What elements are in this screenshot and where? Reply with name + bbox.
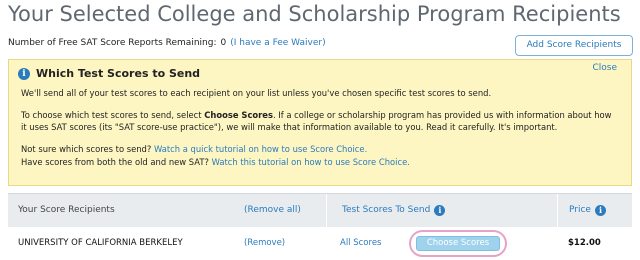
close-link[interactable]: Close [592,63,617,73]
notice-paragraph-3: Not sure which scores to send? Watch a q… [21,143,367,155]
notice-title: Which Test Scores to Send [36,67,201,80]
school-name: UNIVERSITY OF CALIFORNIA BERKELEY [18,238,183,248]
notice-paragraph-2: To choose which test scores to send, sel… [21,109,612,121]
recipients-table: Your Score Recipients (Remove all) Test … [8,193,632,260]
header-test-scores-label: Test Scores To Send [342,205,431,215]
info-icon: i [18,67,30,80]
score-info-notice: i Which Test Scores to Send Close We'll … [8,59,632,186]
notice-paragraph-1: We'll send all of your test scores to ea… [21,88,492,98]
add-score-recipients-button[interactable]: Add Score Recipients [515,35,633,56]
tutorial-link-score-choice[interactable]: Watch a quick tutorial on how to use Sco… [154,144,367,154]
header-test-scores: Test Scores To Send i [342,205,446,216]
notice-paragraph-4: Have scores from both the old and new SA… [21,156,410,168]
notice-p2-text-end: . If a college or scholarship program ha… [272,110,612,120]
notice-p4-text: Have scores from both the old and new SA… [21,157,212,167]
header-price-label: Price [569,205,591,215]
notice-header: i Which Test Scores to Send [18,67,200,80]
all-scores-link[interactable]: All Scores [340,238,381,248]
notice-p2-text: To choose which test scores to send, sel… [21,110,205,120]
page-title: Your Selected College and Scholarship Pr… [8,2,621,26]
notice-p2-bold: Choose Scores [204,110,273,120]
reports-remaining-label: Number of Free SAT Score Reports Remaini… [8,38,217,48]
notice-p3-text: Not sure which scores to send? [21,144,154,154]
remove-link[interactable]: (Remove) [244,238,285,248]
choose-scores-highlight: Choose Scores [409,230,507,257]
price-value: $12.00 [568,238,601,248]
info-icon[interactable]: i [594,205,606,216]
tutorial-link-old-new-sat[interactable]: Watch this tutorial on how to use Score … [212,157,410,167]
header-price: Price i [569,205,606,216]
choose-scores-button[interactable]: Choose Scores [416,236,500,251]
table-row: UNIVERSITY OF CALIFORNIA BERKELEY (Remov… [8,227,632,260]
column-divider [557,194,558,228]
column-divider [326,194,327,228]
reports-remaining: Number of Free SAT Score Reports Remaini… [8,38,326,48]
reports-remaining-count: 0 [220,38,227,48]
info-icon[interactable]: i [434,205,446,216]
table-header: Your Score Recipients (Remove all) Test … [8,193,632,228]
header-recipients: Your Score Recipients [18,205,115,215]
fee-waiver-link[interactable]: (I have a Fee Waiver) [230,38,325,48]
notice-paragraph-2-line-2: it uses SAT scores (its "SAT score-use p… [21,122,558,132]
remove-all-link[interactable]: (Remove all) [244,205,301,215]
